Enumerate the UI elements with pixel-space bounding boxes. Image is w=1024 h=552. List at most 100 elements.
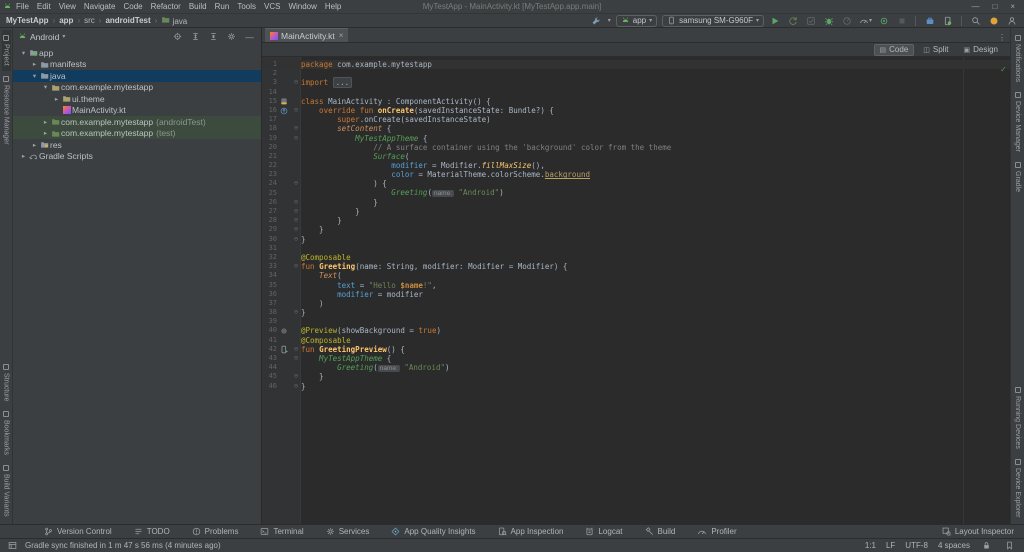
- code-line-42[interactable]: 42 ⊖ fun GreetingPreview() {: [262, 345, 1010, 354]
- tool-window-button-structure[interactable]: Structure: [2, 359, 11, 406]
- tool-window-button-problems[interactable]: Problems: [192, 527, 238, 536]
- fold-marker-icon[interactable]: ⊖: [291, 345, 301, 354]
- fold-marker-icon[interactable]: ⊖: [291, 225, 301, 234]
- code-line-41[interactable]: 41 @Composable: [262, 336, 1010, 345]
- tool-window-button-app-quality-insights[interactable]: App Quality Insights: [391, 527, 476, 536]
- menu-edit[interactable]: Edit: [33, 2, 55, 11]
- code-line-40[interactable]: 40 @Preview(showBackground = true): [262, 326, 1010, 335]
- code-line-29[interactable]: 29 ⊖ }: [262, 225, 1010, 234]
- code-line-39[interactable]: 39: [262, 317, 1010, 326]
- code-line-23[interactable]: 23 color = MaterialTheme.colorScheme.bac…: [262, 170, 1010, 179]
- run-configurations-button[interactable]: [877, 15, 890, 27]
- tool-window-button-project[interactable]: Project: [1, 30, 11, 71]
- code-line-33[interactable]: 33 ⊖ fun Greeting(name: String, modifier: …: [262, 262, 1010, 271]
- fold-marker-icon[interactable]: ⊖: [291, 78, 301, 87]
- pair-device-button[interactable]: [941, 15, 954, 27]
- tree-row-ui-theme[interactable]: ▸ ui.theme: [13, 93, 261, 105]
- tool-window-button-build-variants[interactable]: Build Variants: [2, 460, 11, 522]
- tool-window-button-bookmarks[interactable]: Bookmarks: [2, 406, 11, 460]
- profile-button[interactable]: [841, 15, 854, 27]
- tree-expand-arrow[interactable]: ▸: [41, 129, 50, 137]
- tree-row-java[interactable]: ▾ java: [13, 70, 261, 82]
- view-split-button[interactable]: ◫ Split: [917, 44, 954, 56]
- code-line-27[interactable]: 27 ⊖ }: [262, 207, 1010, 216]
- apply-changes-button[interactable]: [787, 15, 800, 27]
- view-design-button[interactable]: ▣ Design: [957, 44, 1004, 56]
- project-view-selector[interactable]: Android: [30, 32, 59, 42]
- code-line-30[interactable]: 30 ⊖}: [262, 235, 1010, 244]
- close-button[interactable]: ×: [1010, 2, 1015, 11]
- menu-tools[interactable]: Tools: [233, 2, 260, 11]
- tab-options-kebab-icon[interactable]: ⋮: [998, 33, 1010, 42]
- stop-button[interactable]: [895, 15, 908, 27]
- tree-row-gradle-scripts[interactable]: ▸ Gradle Scripts: [13, 151, 261, 163]
- view-code-button[interactable]: ▤ Code: [873, 43, 915, 56]
- tool-window-button-logcat[interactable]: Logcat: [585, 527, 623, 536]
- fold-marker-icon[interactable]: ⊖: [291, 354, 301, 363]
- tool-window-button-resource-manager[interactable]: Resource Manager: [2, 71, 11, 150]
- fold-marker-icon[interactable]: ⊖: [291, 382, 301, 391]
- fold-marker-icon[interactable]: ⊖: [291, 308, 301, 317]
- tree-expand-arrow[interactable]: ▸: [30, 141, 39, 149]
- code-line-28[interactable]: 28 ⊖ }: [262, 216, 1010, 225]
- tree-expand-arrow[interactable]: ▸: [52, 95, 61, 103]
- minimize-button[interactable]: —: [971, 2, 979, 11]
- tree-row-com-example-mytestapp-test[interactable]: ▸ com.example.mytestapp (test): [13, 127, 261, 139]
- menu-window[interactable]: Window: [284, 2, 320, 11]
- breadcrumb-java[interactable]: java: [161, 15, 187, 26]
- tree-row-com-example-mytestapp-androidtest[interactable]: ▸ com.example.mytestapp (androidTest): [13, 116, 261, 128]
- profiler-button[interactable]: ▾: [859, 15, 872, 27]
- code-line-14[interactable]: 14: [262, 88, 1010, 97]
- status-encoding[interactable]: UTF-8: [905, 541, 928, 550]
- tree-expand-arrow[interactable]: ▾: [19, 49, 28, 57]
- tree-expand-arrow[interactable]: ▸: [41, 118, 50, 126]
- code-line-25[interactable]: 25 Greeting(name: "Android"): [262, 188, 1010, 198]
- menu-vcs[interactable]: VCS: [260, 2, 284, 11]
- run-button[interactable]: [769, 15, 782, 27]
- tree-row-res[interactable]: ▸ res: [13, 139, 261, 151]
- search-everywhere-button[interactable]: [969, 15, 982, 27]
- code-line-21[interactable]: 21 Surface(: [262, 152, 1010, 161]
- fold-marker-icon[interactable]: ⊖: [291, 372, 301, 381]
- fold-marker-icon[interactable]: ⊖: [291, 207, 301, 216]
- preview-settings-icon[interactable]: [280, 327, 288, 335]
- status-indent[interactable]: 4 spaces: [938, 541, 970, 550]
- menu-code[interactable]: Code: [119, 2, 146, 11]
- tool-window-button-profiler[interactable]: Profiler: [697, 527, 737, 537]
- code-line-1[interactable]: 1 package com.example.mytestapp: [262, 60, 1010, 70]
- tool-window-button-version-control[interactable]: Version Control: [44, 527, 112, 536]
- fold-marker-icon[interactable]: ⊖: [291, 216, 301, 225]
- tool-window-button-notifications[interactable]: Notifications: [1013, 30, 1022, 87]
- tree-row-mainactivity-kt[interactable]: MainActivity.kt: [13, 105, 261, 117]
- menu-run[interactable]: Run: [211, 2, 234, 11]
- code-line-36[interactable]: 36 modifier = modifier: [262, 290, 1010, 299]
- tree-expand-arrow[interactable]: ▾: [41, 83, 50, 91]
- collapse-all-button[interactable]: [207, 31, 220, 43]
- tab-mainactivity[interactable]: MainActivity.kt ×: [265, 28, 349, 42]
- code-editor[interactable]: 1 package com.example.mytestapp 2 3 ⊖ import …: [262, 57, 1010, 524]
- tree-row-com-example-mytestapp[interactable]: ▾ com.example.mytestapp: [13, 82, 261, 94]
- breadcrumb-mytestapp[interactable]: MyTestApp: [6, 16, 49, 25]
- code-line-37[interactable]: 37 ): [262, 299, 1010, 308]
- run-preview-icon[interactable]: [280, 345, 289, 354]
- code-line-17[interactable]: 17 super.onCreate(savedInstanceState): [262, 115, 1010, 124]
- hide-panel-button[interactable]: —: [243, 31, 256, 43]
- menu-refactor[interactable]: Refactor: [147, 2, 185, 11]
- tab-close-icon[interactable]: ×: [339, 31, 344, 40]
- tool-window-switcher-icon[interactable]: [8, 541, 17, 550]
- code-line-20[interactable]: 20 // A surface container using the 'bac…: [262, 143, 1010, 152]
- code-line-31[interactable]: 31: [262, 244, 1010, 253]
- tree-expand-arrow[interactable]: ▸: [19, 152, 28, 160]
- apply-code-changes-button[interactable]: [805, 15, 818, 27]
- fold-marker-icon[interactable]: ⊖: [291, 124, 301, 133]
- tree-expand-arrow[interactable]: ▸: [30, 60, 39, 68]
- tree-row-manifests[interactable]: ▸ manifests: [13, 59, 261, 71]
- readonly-lock-icon[interactable]: [980, 540, 993, 552]
- maximize-button[interactable]: □: [992, 2, 997, 11]
- locate-file-button[interactable]: [171, 31, 184, 43]
- code-line-38[interactable]: 38 ⊖}: [262, 308, 1010, 317]
- expand-all-button[interactable]: [189, 31, 202, 43]
- tool-window-button-todo[interactable]: TODO: [134, 527, 170, 536]
- fold-marker-icon[interactable]: ⊖: [291, 179, 301, 188]
- code-line-2[interactable]: 2: [262, 69, 1010, 78]
